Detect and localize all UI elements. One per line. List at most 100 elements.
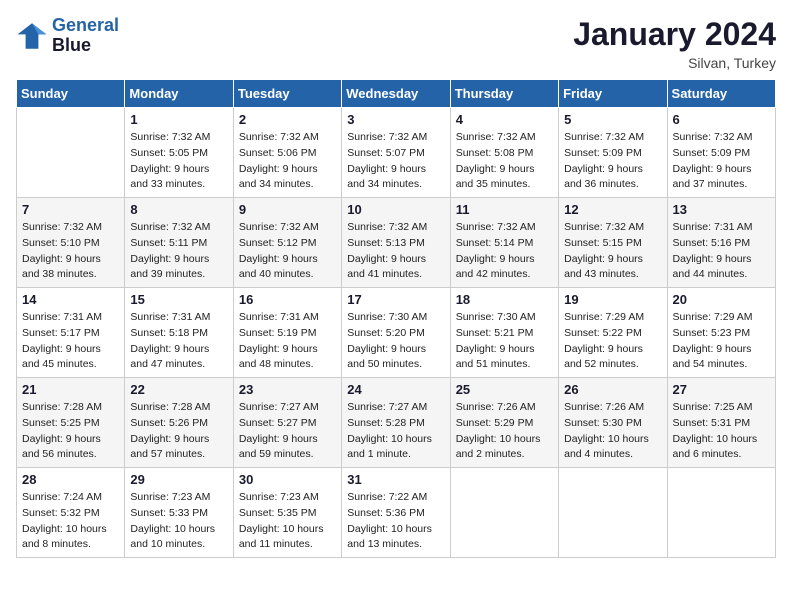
calendar-cell: 16Sunrise: 7:31 AMSunset: 5:19 PMDayligh… [233,288,341,378]
calendar-table: SundayMondayTuesdayWednesdayThursdayFrid… [16,79,776,558]
day-number: 6 [673,112,770,127]
day-info: Sunrise: 7:27 AMSunset: 5:28 PMDaylight:… [347,400,444,463]
week-row-2: 7Sunrise: 7:32 AMSunset: 5:10 PMDaylight… [17,198,776,288]
day-info: Sunrise: 7:32 AMSunset: 5:11 PMDaylight:… [130,220,227,283]
day-number: 9 [239,202,336,217]
day-info: Sunrise: 7:27 AMSunset: 5:27 PMDaylight:… [239,400,336,463]
day-number: 27 [673,382,770,397]
day-number: 14 [22,292,119,307]
week-row-3: 14 Sunrise: 7:31 AMSunset: 5:17 PMDayligh… [17,288,776,378]
calendar-cell: 7Sunrise: 7:32 AMSunset: 5:10 PMDaylight… [17,198,125,288]
calendar-cell: 8 Sunrise: 7:32 AMSunset: 5:11 PMDaylight… [125,198,233,288]
day-info: Sunrise: 7:23 AMSunset: 5:35 PMDaylight:… [239,490,336,553]
day-header-sunday: Sunday [17,80,125,108]
day-info: Sunrise: 7:28 AMSunset: 5:25 PMDaylight:… [22,400,119,463]
calendar-cell [17,108,125,198]
calendar-body: 1Sunrise: 7:32 AMSunset: 5:05 PMDaylight… [17,108,776,558]
day-number: 8 [130,202,227,217]
week-row-5: 28 Sunrise: 7:24 AMSunset: 5:32 PMDayligh… [17,468,776,558]
day-number: 12 [564,202,661,217]
day-number: 15 [130,292,227,307]
calendar-cell: 11 Sunrise: 7:32 AMSunset: 5:14 PMDayligh… [450,198,558,288]
calendar-cell: 9 Sunrise: 7:32 AMSunset: 5:12 PMDaylight… [233,198,341,288]
logo-text: General Blue [52,16,119,56]
day-number: 20 [673,292,770,307]
day-info: Sunrise: 7:30 AMSunset: 5:21 PMDaylight:… [456,310,553,373]
day-header-saturday: Saturday [667,80,775,108]
day-info: Sunrise: 7:32 AMSunset: 5:14 PMDaylight:… [456,220,553,283]
calendar-cell: 27Sunrise: 7:25 AMSunset: 5:31 PMDayligh… [667,378,775,468]
calendar-cell: 31 Sunrise: 7:22 AMSunset: 5:36 PMDayligh… [342,468,450,558]
day-number: 3 [347,112,444,127]
location: Silvan, Turkey [573,55,776,71]
day-number: 21 [22,382,119,397]
calendar-cell: 18 Sunrise: 7:30 AMSunset: 5:21 PMDayligh… [450,288,558,378]
calendar-cell: 22 Sunrise: 7:28 AMSunset: 5:26 PMDayligh… [125,378,233,468]
calendar-cell: 19 Sunrise: 7:29 AMSunset: 5:22 PMDayligh… [559,288,667,378]
day-number: 10 [347,202,444,217]
calendar-cell: 12 Sunrise: 7:32 AMSunset: 5:15 PMDayligh… [559,198,667,288]
day-info: Sunrise: 7:32 AMSunset: 5:05 PMDaylight:… [130,130,227,193]
calendar-cell: 17 Sunrise: 7:30 AMSunset: 5:20 PMDayligh… [342,288,450,378]
day-info: Sunrise: 7:31 AMSunset: 5:19 PMDaylight:… [239,310,336,373]
day-info: Sunrise: 7:32 AMSunset: 5:09 PMDaylight:… [673,130,770,193]
day-info: Sunrise: 7:32 AMSunset: 5:09 PMDaylight:… [564,130,661,193]
day-header-thursday: Thursday [450,80,558,108]
day-info: Sunrise: 7:32 AMSunset: 5:15 PMDaylight:… [564,220,661,283]
calendar-cell [559,468,667,558]
day-number: 17 [347,292,444,307]
day-header-wednesday: Wednesday [342,80,450,108]
day-info: Sunrise: 7:28 AMSunset: 5:26 PMDaylight:… [130,400,227,463]
page-header: General Blue January 2024 Silvan, Turkey [16,16,776,71]
calendar-cell: 24 Sunrise: 7:27 AMSunset: 5:28 PMDayligh… [342,378,450,468]
day-number: 13 [673,202,770,217]
calendar-cell: 28 Sunrise: 7:24 AMSunset: 5:32 PMDayligh… [17,468,125,558]
day-number: 11 [456,202,553,217]
calendar-cell: 4 Sunrise: 7:32 AMSunset: 5:08 PMDaylight… [450,108,558,198]
day-number: 29 [130,472,227,487]
day-info: Sunrise: 7:32 AMSunset: 5:07 PMDaylight:… [347,130,444,193]
day-info: Sunrise: 7:31 AMSunset: 5:17 PMDaylight:… [22,310,119,373]
day-number: 31 [347,472,444,487]
day-info: Sunrise: 7:22 AMSunset: 5:36 PMDaylight:… [347,490,444,553]
day-number: 24 [347,382,444,397]
day-number: 30 [239,472,336,487]
month-title: January 2024 [573,16,776,53]
day-info: Sunrise: 7:32 AMSunset: 5:12 PMDaylight:… [239,220,336,283]
calendar-cell: 6 Sunrise: 7:32 AMSunset: 5:09 PMDaylight… [667,108,775,198]
title-block: January 2024 Silvan, Turkey [573,16,776,71]
day-header-friday: Friday [559,80,667,108]
day-info: Sunrise: 7:26 AMSunset: 5:29 PMDaylight:… [456,400,553,463]
week-row-1: 1Sunrise: 7:32 AMSunset: 5:05 PMDaylight… [17,108,776,198]
day-header-monday: Monday [125,80,233,108]
day-info: Sunrise: 7:29 AMSunset: 5:22 PMDaylight:… [564,310,661,373]
week-row-4: 21 Sunrise: 7:28 AMSunset: 5:25 PMDayligh… [17,378,776,468]
day-number: 4 [456,112,553,127]
day-info: Sunrise: 7:32 AMSunset: 5:13 PMDaylight:… [347,220,444,283]
calendar-cell: 21 Sunrise: 7:28 AMSunset: 5:25 PMDayligh… [17,378,125,468]
calendar-cell: 20Sunrise: 7:29 AMSunset: 5:23 PMDayligh… [667,288,775,378]
day-info: Sunrise: 7:26 AMSunset: 5:30 PMDaylight:… [564,400,661,463]
calendar-cell: 26Sunrise: 7:26 AMSunset: 5:30 PMDayligh… [559,378,667,468]
day-info: Sunrise: 7:32 AMSunset: 5:06 PMDaylight:… [239,130,336,193]
calendar-cell: 23 Sunrise: 7:27 AMSunset: 5:27 PMDayligh… [233,378,341,468]
day-info: Sunrise: 7:31 AMSunset: 5:16 PMDaylight:… [673,220,770,283]
calendar-cell: 13 Sunrise: 7:31 AMSunset: 5:16 PMDayligh… [667,198,775,288]
calendar-cell: 30 Sunrise: 7:23 AMSunset: 5:35 PMDayligh… [233,468,341,558]
calendar-cell: 15Sunrise: 7:31 AMSunset: 5:18 PMDayligh… [125,288,233,378]
day-number: 2 [239,112,336,127]
day-number: 22 [130,382,227,397]
calendar-cell: 3 Sunrise: 7:32 AMSunset: 5:07 PMDaylight… [342,108,450,198]
day-number: 18 [456,292,553,307]
day-info: Sunrise: 7:30 AMSunset: 5:20 PMDaylight:… [347,310,444,373]
days-header-row: SundayMondayTuesdayWednesdayThursdayFrid… [17,80,776,108]
day-info: Sunrise: 7:32 AMSunset: 5:10 PMDaylight:… [22,220,119,283]
day-info: Sunrise: 7:24 AMSunset: 5:32 PMDaylight:… [22,490,119,553]
calendar-cell: 2 Sunrise: 7:32 AMSunset: 5:06 PMDaylight… [233,108,341,198]
day-number: 23 [239,382,336,397]
day-number: 19 [564,292,661,307]
calendar-cell [450,468,558,558]
day-number: 28 [22,472,119,487]
calendar-cell [667,468,775,558]
day-info: Sunrise: 7:32 AMSunset: 5:08 PMDaylight:… [456,130,553,193]
